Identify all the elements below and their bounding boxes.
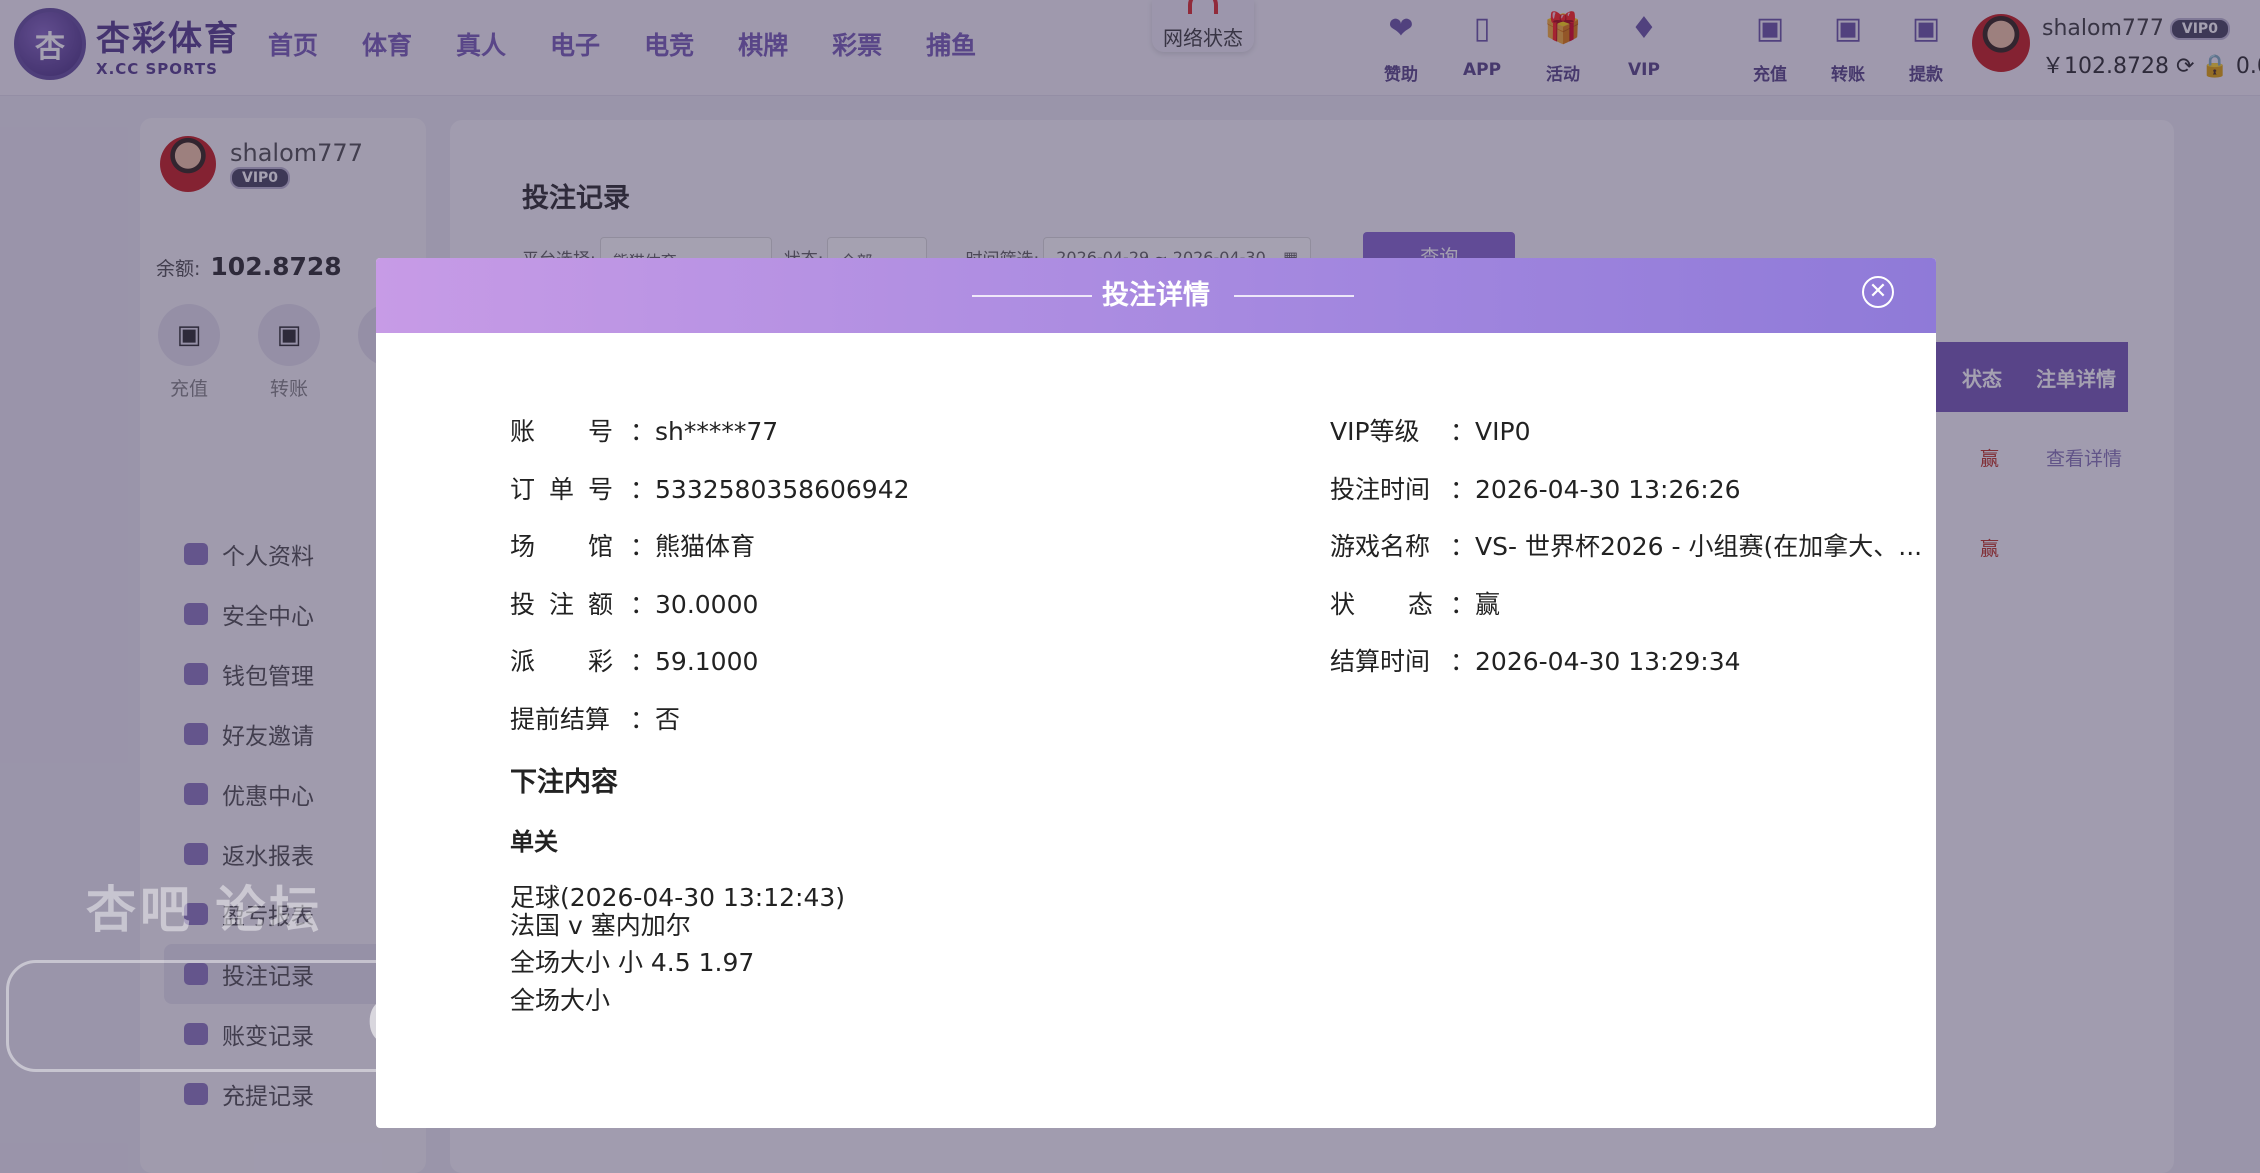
detail-label: 场 馆 <box>510 532 628 561</box>
detail-stake: 投注额 ：30.0000 <box>510 585 758 621</box>
detail-sep: ： <box>630 532 656 561</box>
detail-bet-time: 投注时间 ：2026-04-30 13:26:26 <box>1330 470 1741 506</box>
detail-status: 状 态：赢 <box>1330 585 1500 621</box>
detail-value: 赢 <box>1475 590 1501 619</box>
detail-label: 投注额 <box>510 590 628 619</box>
modal-title: 投注详情 <box>1102 280 1210 311</box>
detail-label: 订单号 <box>510 475 628 504</box>
bet-detail-modal: 投注详情 ✕ 账 号：sh*****77 订单号 ：533258035860694… <box>376 258 1936 1128</box>
detail-label: VIP等级 <box>1330 417 1420 446</box>
bet-selection: 全场大小 小 4.5 1.97 <box>510 948 755 977</box>
modal-header: 投注详情 ✕ <box>376 258 1936 333</box>
detail-label: 提前结算 <box>510 705 611 734</box>
detail-label: 状 态 <box>1330 590 1448 619</box>
detail-sep: ： <box>630 590 656 619</box>
detail-payout: 派 彩：59.1000 <box>510 642 758 678</box>
detail-sep: ： <box>1450 590 1476 619</box>
title-decoration-right <box>1234 295 1354 297</box>
detail-value: 59.1000 <box>655 647 759 676</box>
detail-vip-level: VIP等级 ：VIP0 <box>1330 412 1530 448</box>
detail-value: sh*****77 <box>655 417 779 446</box>
detail-sep: ： <box>630 647 656 676</box>
detail-value: 2026-04-30 13:29:34 <box>1475 647 1741 676</box>
detail-sep: ： <box>630 705 656 734</box>
detail-sep: ： <box>1450 532 1476 561</box>
detail-sep: ： <box>1450 417 1476 446</box>
bet-teams: 法国 v 塞内加尔 <box>510 911 691 940</box>
title-decoration-left <box>972 295 1092 297</box>
detail-value: 30.0000 <box>655 590 759 619</box>
detail-label: 结算时间 <box>1330 647 1431 676</box>
detail-value: 否 <box>655 705 681 734</box>
detail-early-settlement: 提前结算 ：否 <box>510 700 680 736</box>
bet-market: 全场大小 <box>510 986 611 1015</box>
detail-sep: ： <box>1450 475 1476 504</box>
bet-content-heading: 下注内容 <box>510 767 618 798</box>
detail-account: 账 号：sh*****77 <box>510 412 778 448</box>
detail-order-number: 订单号 ：5332580358606942 <box>510 470 910 506</box>
detail-label: 账 号 <box>510 417 628 446</box>
detail-venue: 场 馆：熊猫体育 <box>510 527 755 563</box>
detail-value: VS- 世界杯2026 - 小组赛(在加拿大、... <box>1475 532 1923 561</box>
detail-value: 2026-04-30 13:26:26 <box>1475 475 1741 504</box>
detail-label: 投注时间 <box>1330 475 1431 504</box>
detail-sep: ： <box>630 475 656 504</box>
detail-sep: ： <box>630 417 656 446</box>
detail-label: 派 彩 <box>510 647 628 676</box>
detail-label: 游戏名称 <box>1330 532 1431 561</box>
detail-settle-time: 结算时间 ：2026-04-30 13:29:34 <box>1330 642 1741 678</box>
close-icon[interactable]: ✕ <box>1862 276 1894 308</box>
detail-value: VIP0 <box>1475 417 1531 446</box>
detail-sep: ： <box>1450 647 1476 676</box>
bet-type-label: 单关 <box>510 828 558 856</box>
detail-value: 5332580358606942 <box>655 475 910 504</box>
detail-value: 熊猫体育 <box>655 532 756 561</box>
detail-game-name: 游戏名称 ：VS- 世界杯2026 - 小组赛(在加拿大、... <box>1330 527 1922 563</box>
